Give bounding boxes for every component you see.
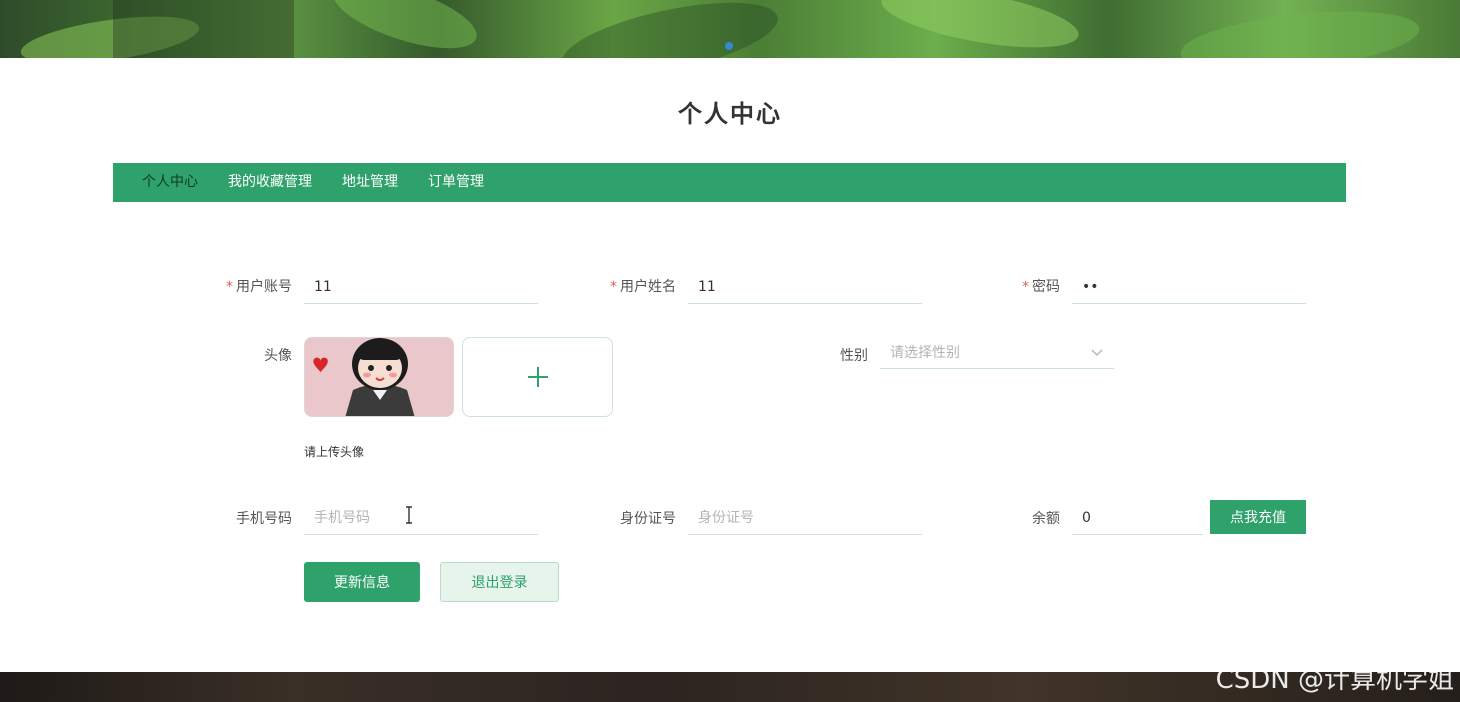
page-title: 个人中心 — [678, 100, 782, 128]
name-label: * 用户姓名 — [610, 279, 676, 295]
required-mark: * — [1022, 279, 1029, 295]
balance-label: 余额 — [1032, 511, 1060, 527]
top-banner — [0, 0, 1460, 58]
avatar-illustration-icon — [305, 338, 453, 416]
user-center-nav: 个人中心 我的收藏管理 地址管理 订单管理 — [113, 163, 1346, 202]
name-input[interactable] — [688, 270, 922, 304]
nav-item-favorites[interactable]: 我的收藏管理 — [213, 163, 327, 202]
idcard-label: 身份证号 — [620, 511, 676, 527]
password-input[interactable] — [1072, 270, 1306, 304]
username-input[interactable] — [304, 270, 538, 304]
avatar-upload-button[interactable] — [462, 337, 613, 417]
carousel-indicator-dot[interactable] — [725, 42, 733, 50]
balance-input[interactable] — [1072, 501, 1203, 535]
gender-select-placeholder: 请选择性别 — [890, 345, 960, 361]
idcard-input[interactable] — [688, 501, 922, 535]
required-mark: * — [226, 279, 233, 295]
gender-label: 性别 — [840, 348, 868, 364]
logout-button[interactable]: 退出登录 — [440, 562, 559, 602]
password-label: * 密码 — [1022, 279, 1060, 295]
banner-leaf — [556, 0, 784, 58]
phone-input[interactable] — [304, 501, 538, 535]
banner-leaf — [1177, 1, 1423, 58]
chevron-down-icon — [1091, 349, 1103, 356]
banner-leaf — [877, 0, 1083, 58]
update-info-button[interactable]: 更新信息 — [304, 562, 420, 602]
nav-item-address[interactable]: 地址管理 — [327, 163, 413, 202]
watermark-text: CSDN @计算机学姐 — [1215, 665, 1454, 695]
username-label: * 用户账号 — [226, 279, 292, 295]
gender-select[interactable]: 请选择性别 — [880, 336, 1114, 369]
plus-icon — [527, 367, 548, 387]
banner-shade — [113, 0, 294, 58]
avatar-upload-hint: 请上传头像 — [304, 445, 365, 459]
text-cursor-icon — [406, 506, 412, 524]
nav-item-profile[interactable]: 个人中心 — [127, 163, 213, 202]
banner-leaf — [325, 0, 485, 58]
avatar-label: 头像 — [264, 348, 292, 364]
nav-item-orders[interactable]: 订单管理 — [413, 163, 499, 202]
avatar-image[interactable] — [304, 337, 454, 417]
recharge-button[interactable]: 点我充值 — [1210, 500, 1306, 534]
required-mark: * — [610, 279, 617, 295]
phone-label: 手机号码 — [236, 511, 292, 527]
